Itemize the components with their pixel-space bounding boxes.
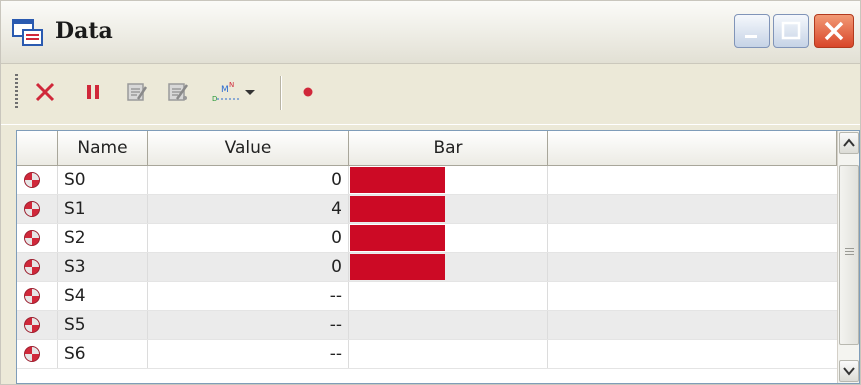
toolbar-grip[interactable] bbox=[15, 74, 18, 110]
minimize-icon bbox=[745, 35, 757, 38]
delete-button[interactable] bbox=[31, 78, 59, 106]
empty-cell bbox=[548, 224, 837, 252]
edit-icon bbox=[127, 83, 148, 101]
mn-dropdown-button[interactable]: M N D bbox=[206, 78, 262, 106]
table-row[interactable]: S1 4 bbox=[17, 195, 837, 224]
value-cell: 0 bbox=[148, 253, 349, 281]
scroll-up-button[interactable] bbox=[839, 132, 859, 154]
value-cell: 0 bbox=[148, 224, 349, 252]
row-header-corner bbox=[17, 131, 58, 166]
svg-text:N: N bbox=[229, 81, 234, 89]
signal-status-icon bbox=[24, 259, 40, 275]
name-cell: S5 bbox=[58, 311, 148, 339]
signal-status-icon bbox=[24, 172, 40, 188]
scroll-up-icon bbox=[843, 138, 855, 147]
thumb-grip bbox=[845, 248, 854, 257]
empty-cell bbox=[548, 195, 837, 223]
table-row[interactable]: S3 0 bbox=[17, 253, 837, 282]
toolbar: M N D bbox=[1, 64, 860, 125]
data-grid: Name Value Bar S0 0 S1 4 S2 0 S3 0 S4 -- S5 -- S6 -- bbox=[16, 130, 860, 384]
table-row[interactable]: S6 -- bbox=[17, 340, 837, 369]
column-header-bar[interactable]: Bar bbox=[349, 131, 548, 166]
row-status-cell bbox=[17, 282, 58, 310]
vertical-scrollbar[interactable] bbox=[837, 131, 859, 383]
title-bar[interactable]: Data bbox=[1, 1, 860, 64]
row-status-cell bbox=[17, 166, 58, 194]
row-status-cell bbox=[17, 195, 58, 223]
edit-button[interactable] bbox=[123, 78, 151, 106]
empty-cell bbox=[548, 166, 837, 194]
name-cell: S1 bbox=[58, 195, 148, 223]
row-status-cell bbox=[17, 340, 58, 368]
maximize-icon bbox=[781, 21, 801, 40]
pause-button[interactable] bbox=[79, 78, 107, 106]
value-cell: -- bbox=[148, 340, 349, 368]
svg-text:D: D bbox=[212, 95, 217, 103]
data-window-icon bbox=[12, 19, 43, 46]
bar-cell bbox=[349, 224, 548, 252]
value-cell: -- bbox=[148, 282, 349, 310]
mn-dropdown-icon: M N D bbox=[212, 81, 255, 103]
signal-status-icon bbox=[24, 288, 40, 304]
value-cell: -- bbox=[148, 311, 349, 339]
row-status-cell bbox=[17, 311, 58, 339]
empty-cell bbox=[548, 340, 837, 368]
signal-status-icon bbox=[24, 346, 40, 362]
bar-cell bbox=[349, 311, 548, 339]
table-row[interactable]: S0 0 bbox=[17, 166, 837, 195]
name-cell: S0 bbox=[58, 166, 148, 194]
close-button[interactable] bbox=[814, 14, 854, 48]
minimize-button[interactable] bbox=[734, 14, 770, 48]
name-cell: S3 bbox=[58, 253, 148, 281]
pause-icon bbox=[87, 85, 99, 99]
bar-cell bbox=[349, 282, 548, 310]
bar-fill bbox=[350, 225, 445, 251]
data-window: Data M N D Name Value Bar S0 0 S1 4 S2 0… bbox=[0, 0, 861, 385]
table-row[interactable]: S5 -- bbox=[17, 311, 837, 340]
empty-cell bbox=[548, 282, 837, 310]
edit-alt-icon bbox=[168, 83, 189, 101]
value-cell: 0 bbox=[148, 166, 349, 194]
column-header-empty bbox=[548, 131, 837, 166]
empty-cell bbox=[548, 253, 837, 281]
name-cell: S4 bbox=[58, 282, 148, 310]
bar-fill bbox=[350, 167, 445, 193]
bar-cell bbox=[349, 195, 548, 223]
column-header-name[interactable]: Name bbox=[58, 131, 148, 166]
signal-status-icon bbox=[24, 317, 40, 333]
name-cell: S2 bbox=[58, 224, 148, 252]
row-status-cell bbox=[17, 224, 58, 252]
window-title: Data bbox=[55, 18, 113, 44]
scroll-down-icon bbox=[843, 367, 855, 376]
record-button[interactable] bbox=[294, 78, 322, 106]
scroll-thumb[interactable] bbox=[839, 165, 859, 345]
bar-cell bbox=[349, 340, 548, 368]
column-header-value[interactable]: Value bbox=[148, 131, 349, 166]
maximize-button[interactable] bbox=[773, 14, 809, 48]
table-row[interactable]: S2 0 bbox=[17, 224, 837, 253]
close-icon bbox=[824, 21, 844, 41]
name-cell: S6 bbox=[58, 340, 148, 368]
toolbar-separator bbox=[280, 76, 282, 110]
delete-x-icon bbox=[35, 82, 55, 102]
edit-alt-button[interactable] bbox=[164, 78, 192, 106]
table-row[interactable]: S4 -- bbox=[17, 282, 837, 311]
record-dot-icon bbox=[303, 87, 313, 97]
signal-status-icon bbox=[24, 230, 40, 246]
bar-fill bbox=[350, 196, 445, 222]
value-cell: 4 bbox=[148, 195, 349, 223]
bar-cell bbox=[349, 253, 548, 281]
signal-status-icon bbox=[24, 201, 40, 217]
empty-cell bbox=[548, 311, 837, 339]
scroll-down-button[interactable] bbox=[839, 360, 859, 382]
svg-text:M: M bbox=[221, 85, 229, 95]
row-status-cell bbox=[17, 253, 58, 281]
bar-fill bbox=[350, 254, 445, 280]
bar-cell bbox=[349, 166, 548, 194]
